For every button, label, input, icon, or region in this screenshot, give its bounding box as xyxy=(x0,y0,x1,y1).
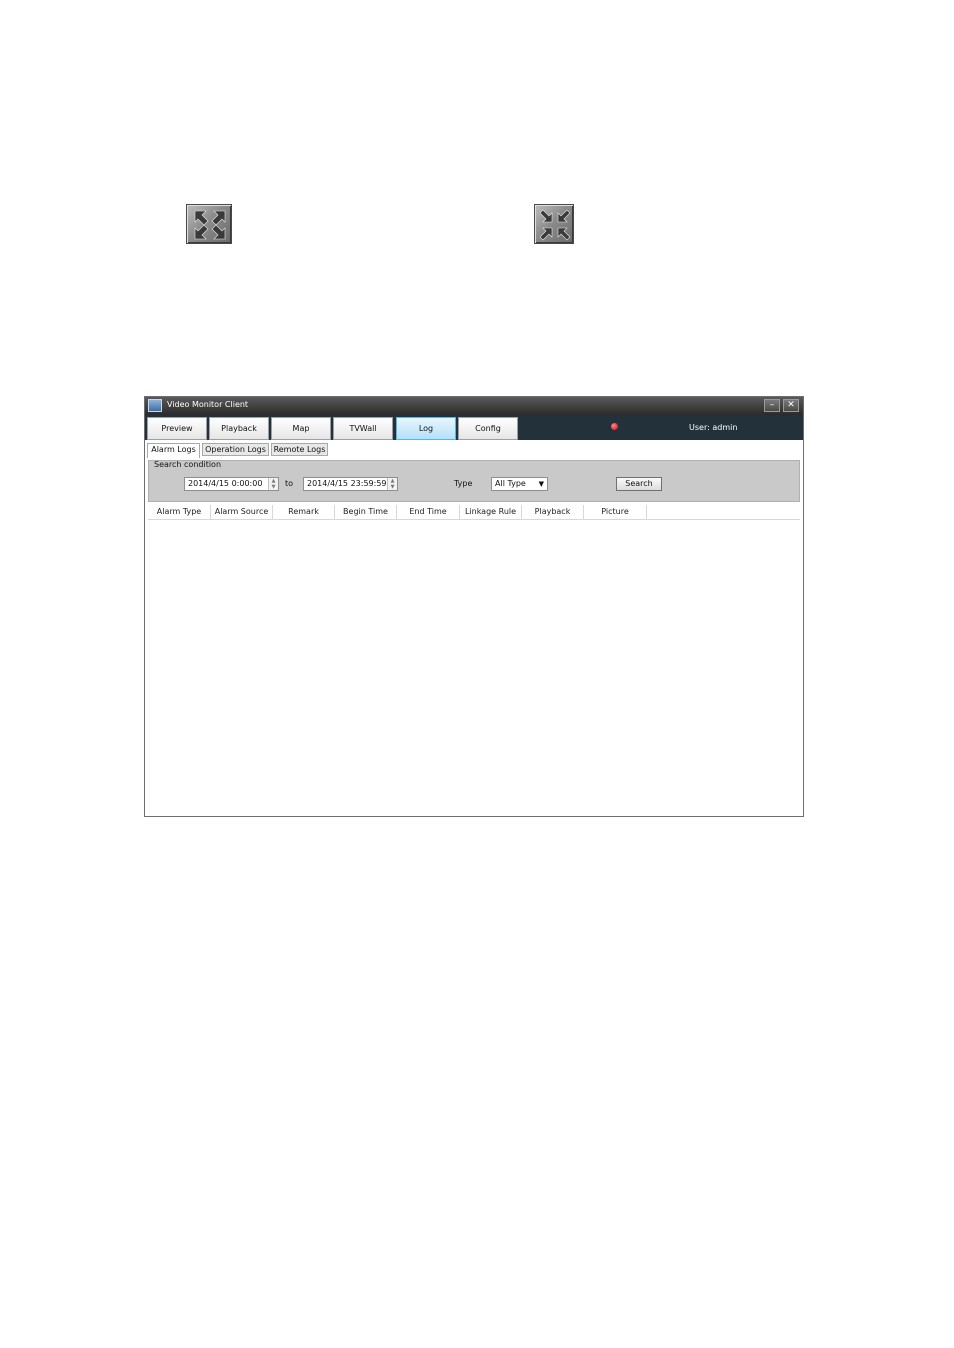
end-datetime-value: 2014/4/15 23:59:59 xyxy=(307,479,387,488)
column-alarm-source[interactable]: Alarm Source xyxy=(211,505,273,519)
tab-tvwall[interactable]: TVWall xyxy=(333,417,393,440)
current-user: User: admin xyxy=(689,423,738,432)
end-datetime-spinner[interactable]: ▲ ▼ xyxy=(387,478,397,490)
tab-config[interactable]: Config xyxy=(458,417,518,440)
subtab-remote-logs[interactable]: Remote Logs xyxy=(271,443,328,456)
app-logo-icon xyxy=(148,399,162,412)
search-condition-legend: Search condition xyxy=(154,460,222,469)
alarm-log-table-header: Alarm Type Alarm Source Remark Begin Tim… xyxy=(148,505,800,520)
close-button[interactable]: ✕ xyxy=(783,399,799,412)
main-menu-bar: Preview Playback Map TVWall Log Config U… xyxy=(145,415,803,440)
log-subtabs: Alarm Logs Operation Logs Remote Logs xyxy=(145,442,803,458)
tab-map[interactable]: Map xyxy=(271,417,331,440)
search-condition-panel: Search condition 2014/4/15 0:00:00 ▲ ▼ to… xyxy=(148,460,800,502)
column-end-time[interactable]: End Time xyxy=(397,505,460,519)
column-remark[interactable]: Remark xyxy=(273,505,335,519)
fullscreen-expand-icon[interactable] xyxy=(186,204,232,244)
column-playback[interactable]: Playback xyxy=(522,505,584,519)
alarm-indicator-icon[interactable] xyxy=(611,423,618,430)
fullscreen-collapse-icon[interactable] xyxy=(534,204,574,244)
column-alarm-type[interactable]: Alarm Type xyxy=(148,505,211,519)
type-select-value: All Type xyxy=(495,479,526,488)
start-datetime-spinner[interactable]: ▲ ▼ xyxy=(268,478,278,490)
subtab-alarm-logs[interactable]: Alarm Logs xyxy=(147,443,200,458)
minimize-button[interactable]: – xyxy=(764,399,780,412)
dropdown-arrow-icon: ▼ xyxy=(538,480,544,488)
subtab-operation-logs[interactable]: Operation Logs xyxy=(202,443,269,456)
to-label: to xyxy=(285,479,294,488)
app-window: Video Monitor Client – ✕ Preview Playbac… xyxy=(144,396,804,817)
start-datetime-value: 2014/4/15 0:00:00 xyxy=(188,479,263,488)
type-select[interactable]: All Type ▼ xyxy=(491,477,548,491)
tab-playback[interactable]: Playback xyxy=(209,417,269,440)
type-label: Type xyxy=(454,479,473,488)
window-title: Video Monitor Client xyxy=(167,400,249,409)
tab-log[interactable]: Log xyxy=(396,417,456,440)
column-picture[interactable]: Picture xyxy=(584,505,647,519)
column-linkage-rule[interactable]: Linkage Rule xyxy=(460,505,522,519)
tab-preview[interactable]: Preview xyxy=(147,417,207,440)
search-button[interactable]: Search xyxy=(616,477,662,491)
start-datetime-field[interactable]: 2014/4/15 0:00:00 ▲ ▼ xyxy=(184,477,279,491)
end-datetime-field[interactable]: 2014/4/15 23:59:59 ▲ ▼ xyxy=(303,477,398,491)
title-bar: Video Monitor Client – ✕ xyxy=(145,397,803,415)
column-begin-time[interactable]: Begin Time xyxy=(335,505,397,519)
